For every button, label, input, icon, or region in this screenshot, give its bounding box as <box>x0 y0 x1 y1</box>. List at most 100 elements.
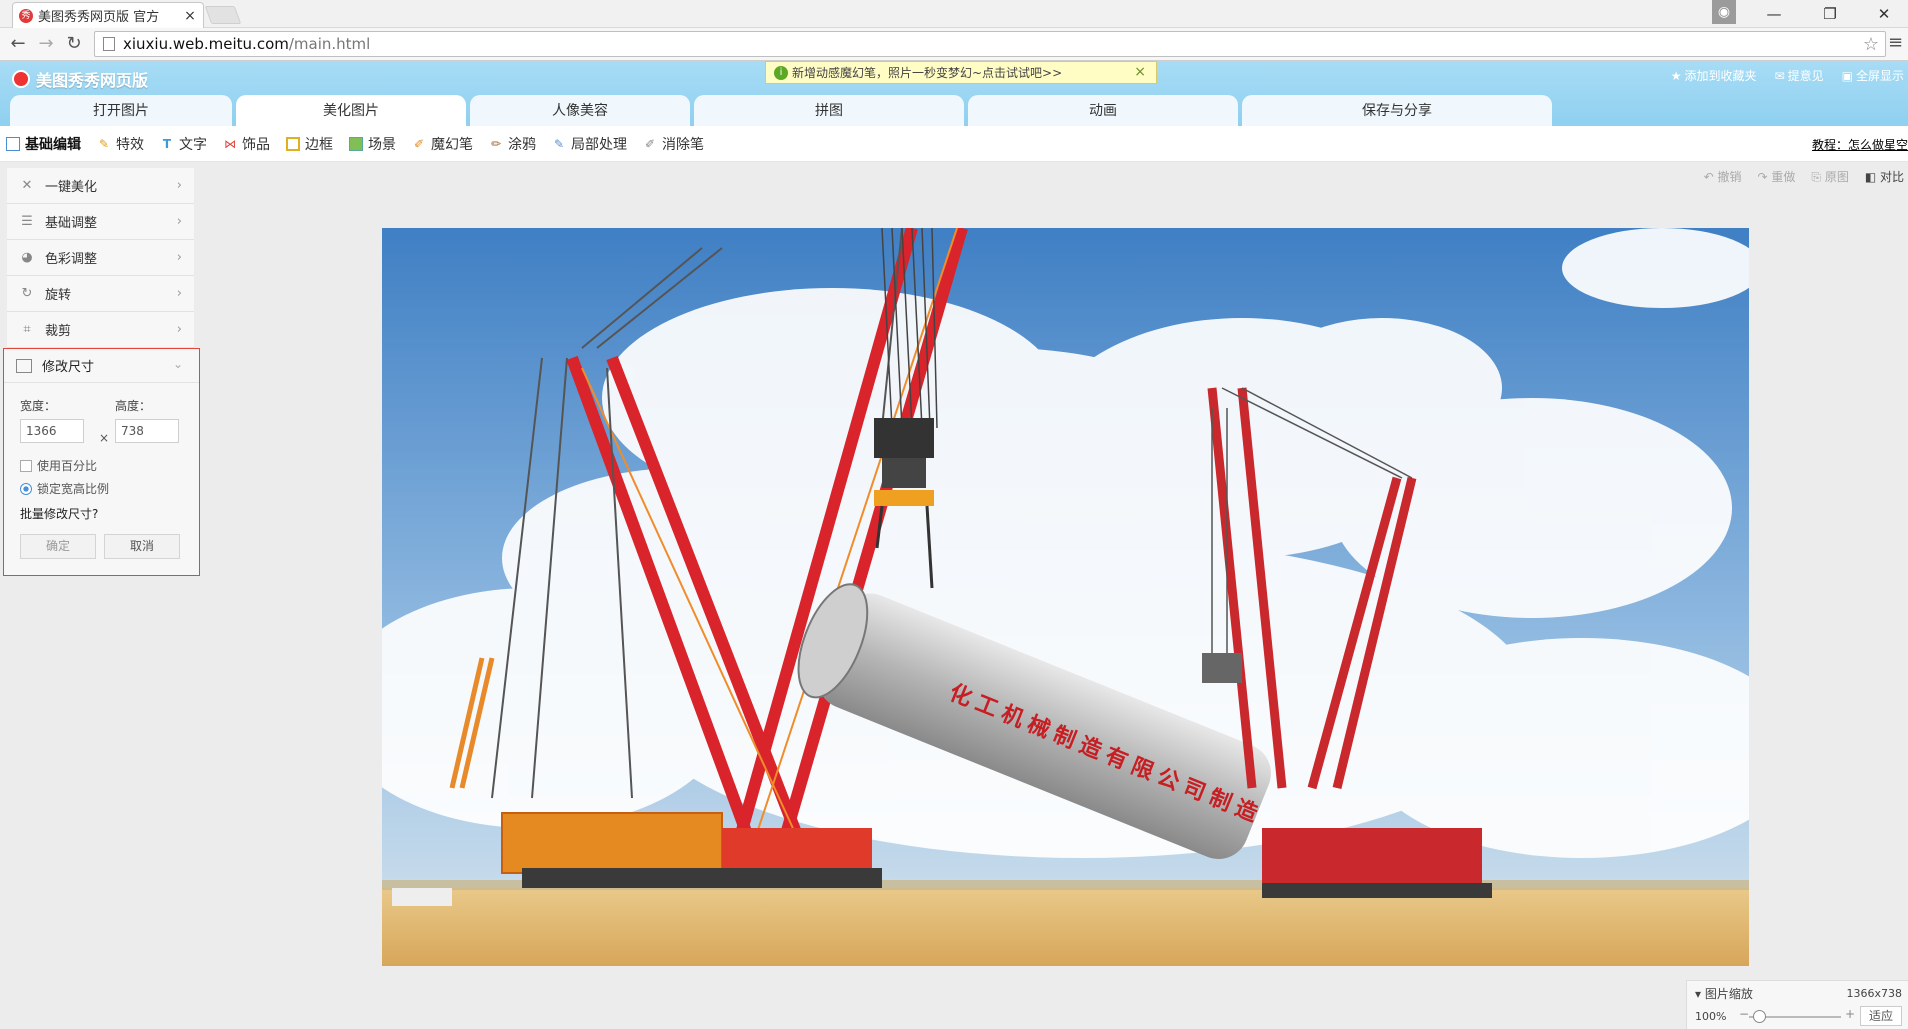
sidebar-item-label: 基础调整 <box>45 216 98 231</box>
compare-button[interactable]: ◧ 对比 <box>1865 168 1904 185</box>
app-header: 美图秀秀网页版 i 新增动感魔幻笔，照片一秒变梦幻~点击试试吧>> × ★ 添加到… <box>0 61 1908 126</box>
url-path: /main.html <box>288 35 371 53</box>
app-logo[interactable]: 美图秀秀网页版 <box>12 67 148 91</box>
rotate-icon: ↻ <box>21 285 33 301</box>
tool-label: 消除笔 <box>662 136 704 153</box>
sliders-icon: ☰ <box>21 213 33 229</box>
browser-tab[interactable]: 秀 美图秀秀网页版 官方 × <box>12 2 204 28</box>
zoom-title[interactable]: ▾ 图片缩放 <box>1695 985 1753 1002</box>
tab-close-icon[interactable]: × <box>183 8 197 24</box>
wand-icon: ✕ <box>21 177 33 193</box>
checked-icon <box>20 482 32 495</box>
zoom-panel: ▾ 图片缩放 1366x738 100% − + 适应 <box>1686 980 1908 1029</box>
restore-icon[interactable]: ❐ <box>1808 0 1852 28</box>
text-icon: T <box>162 136 172 151</box>
edit-icon <box>6 136 20 151</box>
tool-basic-edit[interactable]: 基础编辑 <box>6 134 81 154</box>
back-icon[interactable]: ← <box>6 32 30 56</box>
tab-open-image[interactable]: 打开图片 <box>10 95 232 126</box>
tab-portrait[interactable]: 人像美容 <box>470 95 690 126</box>
tool-frame[interactable]: 边框 <box>286 134 333 154</box>
tool-decorations[interactable]: ⋈ 饰品 <box>223 134 270 154</box>
tool-eraser[interactable]: ✐ 消除笔 <box>643 134 704 154</box>
zoom-title-label: 图片缩放 <box>1704 987 1753 1001</box>
sidebar-item-basic-adjust[interactable]: ☰ 基础调整 › <box>7 204 194 240</box>
brush-icon: ✎ <box>553 136 565 151</box>
address-bar: ← → ↻ xiuxiu.web.meitu.com/main.html ☆ ≡ <box>0 28 1908 61</box>
new-tab-button[interactable] <box>204 6 242 24</box>
height-field[interactable]: 738 <box>115 419 179 443</box>
browser-titlebar: 秀 美图秀秀网页版 官方 × ◉ — ❐ ✕ <box>0 0 1908 28</box>
tool-magic-pen[interactable]: ✐ 魔幻笔 <box>412 134 473 154</box>
add-favorite-label: 添加到收藏夹 <box>1684 69 1757 83</box>
add-favorite-link[interactable]: ★ 添加到收藏夹 <box>1671 67 1757 84</box>
sidebar-item-crop[interactable]: ⌗ 裁剪 › <box>7 312 194 348</box>
tutorial-link[interactable]: 教程：怎么做星空 <box>1812 136 1908 153</box>
zoom-in-icon[interactable]: + <box>1845 1007 1855 1021</box>
tool-local-process[interactable]: ✎ 局部处理 <box>552 134 627 154</box>
zoom-out-icon[interactable]: − <box>1739 1007 1749 1021</box>
tab-beautify[interactable]: 美化图片 <box>236 95 466 126</box>
undo-button[interactable]: ↶ 撤销 <box>1704 168 1742 185</box>
resize-icon <box>16 358 32 373</box>
tool-label: 饰品 <box>242 136 270 153</box>
fullscreen-link[interactable]: ▣ 全屏显示 <box>1842 67 1904 84</box>
confirm-button[interactable]: 确定 <box>20 534 96 559</box>
undo-label: 撤销 <box>1717 170 1742 184</box>
use-percent-checkbox[interactable]: 使用百分比 <box>20 457 97 474</box>
lock-ratio-checkbox[interactable]: 锁定宽高比例 <box>20 480 109 497</box>
logo-text: 美图秀秀网页版 <box>36 71 149 90</box>
cancel-button[interactable]: 取消 <box>104 534 180 559</box>
batch-resize-link[interactable]: 批量修改尺寸? <box>20 505 98 522</box>
image-dimensions: 1366x738 <box>1846 987 1903 1000</box>
minimize-icon[interactable]: — <box>1752 0 1796 28</box>
feedback-link[interactable]: ✉ 提意见 <box>1775 67 1824 84</box>
page-icon <box>103 37 115 51</box>
lock-ratio-label: 锁定宽高比例 <box>37 482 110 496</box>
doodle-icon: ✏ <box>490 136 502 151</box>
sidebar-item-rotate[interactable]: ↻ 旋转 › <box>7 276 194 312</box>
history-bar: ↶ 撤销 ↷ 重做 ⎘ 原图 ◧ 对比 <box>1704 168 1908 185</box>
sidebar-item-color-adjust[interactable]: ◕ 色彩调整 › <box>7 240 194 276</box>
checkbox-icon <box>20 459 32 472</box>
tool-scene[interactable]: 场景 <box>349 134 396 154</box>
browser-menu-icon[interactable]: ≡ <box>1888 32 1903 53</box>
resize-title: 修改尺寸 <box>42 360 95 375</box>
url-domain: xiuxiu.web.meitu.com <box>123 35 289 53</box>
sidebar-item-one-click[interactable]: ✕ 一键美化 › <box>7 168 194 204</box>
notice-text[interactable]: 新增动感魔幻笔，照片一秒变梦幻~点击试试吧>> <box>792 64 1062 81</box>
chevron-right-icon: › <box>176 322 182 337</box>
eraser-icon: ✐ <box>644 136 656 151</box>
redo-button[interactable]: ↷ 重做 <box>1758 168 1796 185</box>
tab-collage[interactable]: 拼图 <box>694 95 964 126</box>
notice-close-icon[interactable]: × <box>1134 64 1146 80</box>
notice-banner[interactable]: i 新增动感魔幻笔，照片一秒变梦幻~点击试试吧>> × <box>765 61 1157 84</box>
sidebar-item-label: 旋转 <box>45 288 72 303</box>
fit-button[interactable]: 适应 <box>1860 1006 1902 1026</box>
sidebar-item-label: 色彩调整 <box>45 252 98 267</box>
scene-icon <box>349 136 363 151</box>
feedback-label: 提意见 <box>1787 69 1824 83</box>
zoom-slider-handle[interactable] <box>1753 1010 1766 1023</box>
counterweights <box>502 813 722 873</box>
bookmark-star-icon[interactable]: ☆ <box>1863 34 1879 55</box>
photo-canvas[interactable]: 化工机械制造有限公司制造 <box>382 228 1749 966</box>
chevron-down-icon: ⌄ <box>172 357 183 371</box>
tab-animation[interactable]: 动画 <box>968 95 1238 126</box>
edit-toolbar: 基础编辑 ✎ 特效 T 文字 ⋈ 饰品 边框 场景 ✐ 魔幻笔 ✏ 涂鸦 ✎ 局部处理 ✐ 消… <box>0 126 1908 162</box>
chevron-right-icon: › <box>176 178 182 193</box>
forward-icon[interactable]: → <box>34 32 58 56</box>
original-button[interactable]: ⎘ 原图 <box>1811 168 1848 185</box>
user-profile-icon[interactable]: ◉ <box>1712 0 1736 24</box>
tool-label: 边框 <box>305 136 333 153</box>
resize-header[interactable]: 修改尺寸 ⌄ <box>4 349 199 383</box>
tool-doodle[interactable]: ✏ 涂鸦 <box>489 134 536 154</box>
reload-icon[interactable]: ↻ <box>62 32 86 56</box>
tab-save-share[interactable]: 保存与分享 <box>1242 95 1552 126</box>
close-window-icon[interactable]: ✕ <box>1862 0 1906 28</box>
tool-effects[interactable]: ✎ 特效 <box>97 134 144 154</box>
height-label: 高度： <box>115 399 152 413</box>
tool-text[interactable]: T 文字 <box>160 134 207 154</box>
width-field[interactable]: 1366 <box>20 419 84 443</box>
url-input[interactable]: xiuxiu.web.meitu.com/main.html ☆ <box>94 31 1886 57</box>
